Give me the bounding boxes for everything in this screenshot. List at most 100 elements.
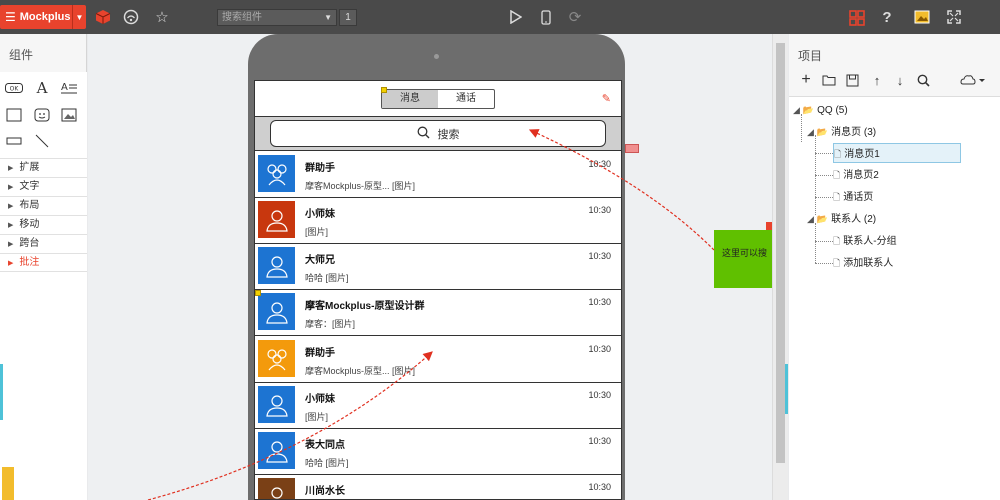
phone-icon[interactable] bbox=[537, 8, 555, 26]
tree-line bbox=[815, 241, 833, 242]
page-icon: 🗋 bbox=[834, 149, 842, 159]
category-label: 跨台 bbox=[19, 238, 40, 249]
tree-line bbox=[815, 153, 833, 154]
page-icon: 🗋 bbox=[833, 192, 841, 202]
cube-icon[interactable] bbox=[94, 8, 112, 26]
tree-node-call-page[interactable]: 🗋 通话页 bbox=[833, 187, 873, 207]
tree-label: 消息页 (3) bbox=[831, 127, 877, 138]
text-component-icon[interactable]: A bbox=[33, 79, 51, 97]
category-mobile[interactable]: ▶ 移动 bbox=[0, 215, 87, 234]
arrow-up-icon[interactable]: ↑ bbox=[869, 72, 885, 88]
category-extension[interactable]: ▶ 扩展 bbox=[0, 158, 87, 177]
svg-text:OK: OK bbox=[10, 86, 20, 93]
category-label: 移动 bbox=[19, 219, 40, 230]
category-annotation[interactable]: ▶ 批注 bbox=[0, 253, 87, 272]
tree-label: 联系人 (2) bbox=[831, 214, 877, 225]
tree-label: 添加联系人 bbox=[843, 258, 894, 269]
component-search-input[interactable]: 搜索组件 ▼ bbox=[217, 9, 337, 26]
arrow-down-icon[interactable]: ↓ bbox=[892, 72, 908, 88]
category-layout[interactable]: ▶ 布局 bbox=[0, 196, 87, 215]
component-list: OK A A ▶ 扩展 ▶ 文字 ▶ 布局 ▶ 移动 ▶ 跨台 ▶ 批注 bbox=[0, 72, 87, 500]
design-canvas[interactable]: 消息 通话 ✎ 搜索 群助手 摩客Mockplus-原型... [图片] 10:30… bbox=[88, 34, 772, 500]
folder-open-icon: 📂 bbox=[816, 214, 829, 224]
tree-node-contacts-group[interactable]: 🗋 联系人-分组 bbox=[833, 231, 897, 251]
component-panel: 组件 OK A A ▶ 扩展 ▶ 文字 ▶ 布局 ▶ 移动 ▶ 跨台 ▶ 批注 bbox=[0, 34, 87, 500]
chevron-down-icon[interactable]: ▼ bbox=[72, 5, 86, 29]
svg-text:A: A bbox=[61, 82, 68, 93]
grid-icon[interactable] bbox=[846, 8, 868, 28]
tree-node-qq[interactable]: ◢ 📂 QQ (5) bbox=[793, 100, 848, 120]
scrollbar-thumb[interactable] bbox=[776, 43, 785, 463]
page-number-field[interactable]: 1 bbox=[339, 9, 357, 26]
fullscreen-icon[interactable] bbox=[945, 8, 963, 26]
rectangle-component-icon[interactable] bbox=[5, 107, 23, 123]
chevron-down-icon[interactable]: ▼ bbox=[324, 10, 332, 25]
category-label: 文字 bbox=[19, 181, 40, 192]
annotation-marker[interactable] bbox=[2, 467, 14, 500]
resize-handle[interactable] bbox=[785, 364, 788, 414]
triangle-down-icon: ◢ bbox=[807, 214, 814, 224]
smiley-component-icon[interactable] bbox=[33, 107, 51, 123]
page-icon: 🗋 bbox=[833, 236, 841, 246]
resize-handle[interactable] bbox=[0, 364, 3, 420]
category-text[interactable]: ▶ 文字 bbox=[0, 177, 87, 196]
image-icon[interactable] bbox=[913, 8, 931, 26]
category-label: 批注 bbox=[19, 257, 40, 268]
tree-label: 通话页 bbox=[843, 192, 874, 203]
triangle-down-icon: ◢ bbox=[793, 105, 800, 115]
add-icon[interactable]: + bbox=[798, 71, 814, 88]
tree-label: 消息页2 bbox=[843, 170, 879, 181]
panel-title: 项目 bbox=[798, 49, 823, 63]
category-cross-platform[interactable]: ▶ 跨台 bbox=[0, 234, 87, 253]
tree-label: 消息页1 bbox=[844, 149, 880, 160]
refresh-icon[interactable]: ⟳ bbox=[566, 8, 584, 26]
page-icon: 🗋 bbox=[833, 258, 841, 268]
cloud-icon[interactable] bbox=[122, 8, 140, 26]
image-component-icon[interactable] bbox=[60, 107, 78, 123]
text-field-component-icon[interactable]: A bbox=[60, 80, 78, 96]
help-icon[interactable]: ? bbox=[878, 8, 896, 26]
search-icon[interactable] bbox=[915, 72, 931, 88]
save-icon[interactable] bbox=[844, 72, 860, 88]
caret-right-icon: ▶ bbox=[8, 165, 14, 172]
tree-node-messages-folder[interactable]: ◢ 📂 消息页 (3) bbox=[807, 122, 876, 142]
caret-right-icon: ▶ bbox=[8, 203, 14, 210]
tree-node-add-contact[interactable]: 🗋 添加联系人 bbox=[833, 253, 893, 273]
folder-open-icon: 📂 bbox=[802, 105, 815, 115]
tree-line bbox=[815, 175, 833, 176]
app-logo-text: Mockplus bbox=[19, 11, 71, 23]
tree-label: QQ (5) bbox=[817, 105, 848, 116]
search-placeholder: 搜索组件 bbox=[222, 12, 262, 23]
tree-node-message-page-2[interactable]: 🗋 消息页2 bbox=[833, 165, 879, 185]
app-menu-button[interactable]: ☰ Mockplus ▼ bbox=[0, 5, 86, 29]
page-icon: 🗋 bbox=[833, 170, 841, 180]
panel-title: 组件 bbox=[9, 48, 34, 62]
cloud-dropdown-icon[interactable] bbox=[959, 72, 987, 88]
box-component-icon[interactable] bbox=[5, 133, 23, 149]
tree-label: 联系人-分组 bbox=[843, 236, 897, 247]
menu-icon: ☰ bbox=[5, 10, 16, 24]
project-tree: ◢ 📂 QQ (5) ◢ 📂 消息页 (3) 🗋 消息页1 🗋 消息页2 🗋 通话页 ◢ 📂 联系… bbox=[789, 96, 1000, 500]
project-toolbar: + ↑ ↓ bbox=[789, 70, 1000, 92]
category-label: 布局 bbox=[19, 200, 40, 211]
canvas-scrollbar[interactable] bbox=[772, 34, 788, 500]
annotation-arrows bbox=[147, 129, 715, 500]
caret-right-icon: ▶ bbox=[8, 260, 14, 267]
tree-node-contacts-folder[interactable]: ◢ 📂 联系人 (2) bbox=[807, 209, 876, 229]
folder-icon[interactable] bbox=[821, 72, 837, 88]
tree-line bbox=[815, 263, 833, 264]
project-panel: 项目 + ↑ ↓ ◢ 📂 QQ (5) ◢ 📂 消息页 (3) 🗋 消息页1 🗋 消息页2 … bbox=[785, 34, 1000, 500]
caret-right-icon: ▶ bbox=[8, 184, 14, 191]
button-component-icon[interactable]: OK bbox=[5, 80, 23, 96]
line-component-icon[interactable] bbox=[33, 133, 51, 149]
caret-right-icon: ▶ bbox=[8, 222, 14, 229]
play-icon[interactable] bbox=[507, 8, 525, 26]
caret-right-icon: ▶ bbox=[8, 241, 14, 248]
category-label: 扩展 bbox=[19, 162, 40, 173]
folder-open-icon: 📂 bbox=[816, 127, 829, 137]
top-toolbar: ☰ Mockplus ▼ ☆ 搜索组件 ▼ 1 ⟳ ? bbox=[0, 0, 1000, 34]
star-icon[interactable]: ☆ bbox=[153, 8, 171, 26]
tree-node-message-page-1[interactable]: 🗋 消息页1 bbox=[833, 143, 961, 163]
tree-line bbox=[815, 197, 833, 198]
triangle-down-icon: ◢ bbox=[807, 127, 814, 137]
